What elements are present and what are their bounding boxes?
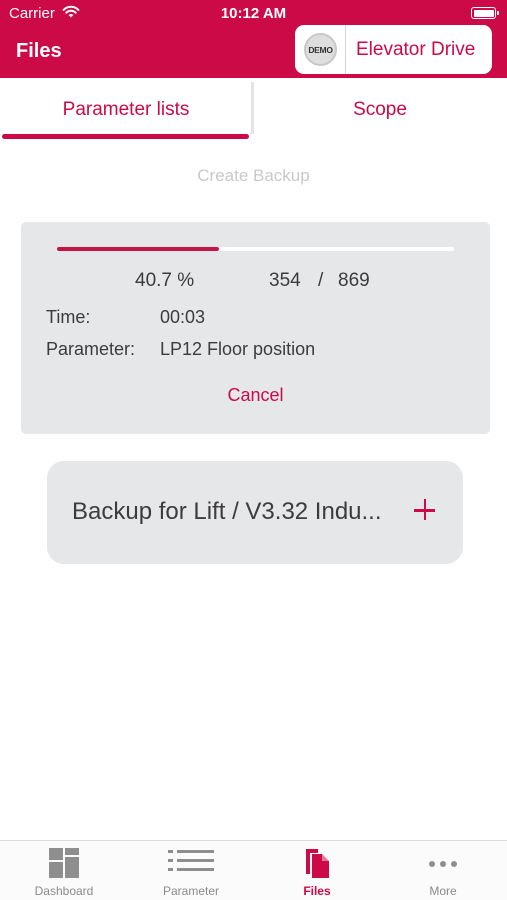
segment-tabs: Parameter lists Scope [0,78,507,142]
parameter-value: LP12 Floor position [160,339,316,359]
app-header: Carrier 10:12 AM Files DEMO Elevator Dri… [0,0,507,78]
progress-bar-fill [57,247,219,251]
more-icon [429,861,457,867]
tabbar-item-parameter[interactable]: Parameter [128,841,254,900]
tabbar-item-files[interactable]: Files [254,841,380,900]
device-name: Elevator Drive [356,38,476,60]
create-backup-button[interactable]: Create Backup [0,166,507,186]
time-label: Time: [46,307,91,327]
dashboard-icon [49,848,79,878]
device-divider [345,25,346,74]
files-icon [306,849,329,878]
backup-item-label: Backup for Lift / V3.32 Indu... [72,498,382,525]
active-tab-indicator [2,134,249,139]
parameter-label: Parameter: [46,339,136,359]
tabbar-item-more[interactable]: More [380,841,506,900]
backup-list-item[interactable]: Backup for Lift / V3.32 Indu... [47,461,463,564]
backup-progress-card: 40.7 % 354 / 869 Time: 00:03 Parameter: … [21,222,490,434]
device-selector[interactable]: DEMO Elevator Drive [295,25,492,74]
tabbar-item-dashboard[interactable]: Dashboard [1,841,127,900]
progress-percent: 40.7 % [135,270,195,291]
bottom-tab-bar: Dashboard Parameter Files More [0,840,507,900]
list-icon [168,850,214,871]
status-bar: Carrier 10:12 AM [0,0,507,28]
status-time: 10:12 AM [220,5,287,22]
tabbar-label-dashboard: Dashboard [34,884,94,898]
progress-total-count: 869 [338,270,370,291]
plus-icon[interactable] [414,498,438,522]
progress-current-count: 354 [269,270,301,291]
tabbar-label-parameter: Parameter [162,884,220,898]
page-title: Files [16,40,62,62]
cancel-button[interactable]: Cancel [21,385,490,406]
tab-scope[interactable]: Scope [253,78,507,142]
progress-bar [57,247,454,251]
demo-badge-icon: DEMO [304,33,337,66]
time-value: 00:03 [160,307,206,327]
progress-count-separator: / [318,270,324,291]
battery-icon [471,7,499,19]
tabbar-label-files: Files [303,884,331,898]
tab-parameter-lists[interactable]: Parameter lists [0,78,252,142]
tabbar-label-more: More [429,884,457,898]
